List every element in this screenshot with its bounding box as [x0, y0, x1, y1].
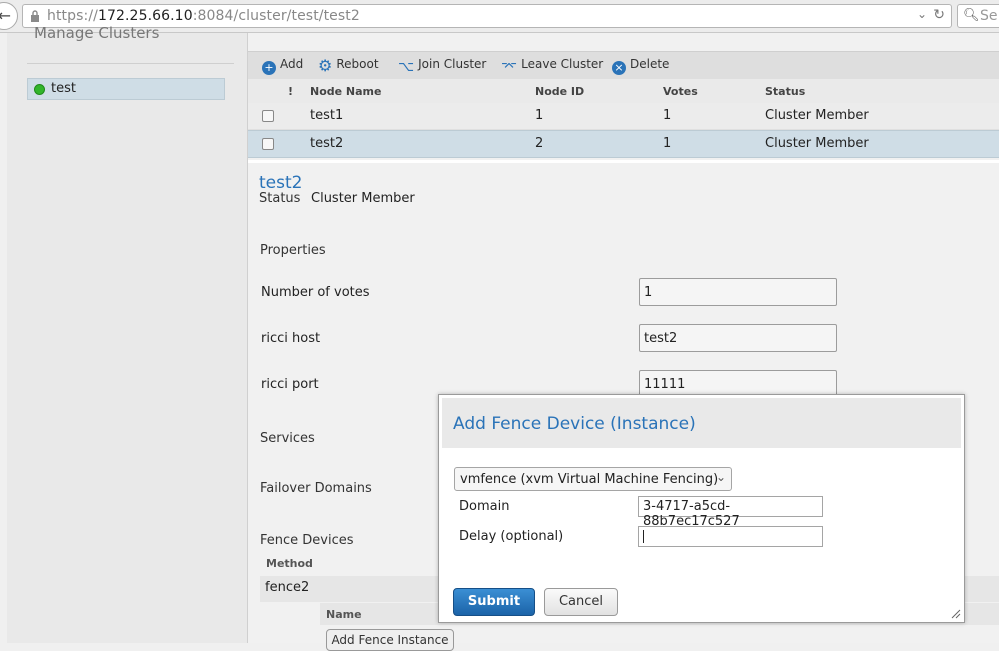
sidebar: Manage Clusters test — [7, 24, 248, 643]
chevron-down-icon: ⌄ — [715, 470, 726, 484]
properties-heading: Properties — [260, 243, 326, 258]
join-label: Join Cluster — [418, 57, 487, 71]
ricci-port-label: ricci port — [261, 377, 319, 392]
divider — [248, 160, 999, 163]
back-arrow-icon: ← — [0, 6, 11, 25]
dialog-title: Add Fence Device (Instance) — [453, 414, 696, 434]
delete-label: Delete — [630, 57, 670, 71]
sidebar-heading: Manage Clusters — [34, 24, 160, 42]
sidebar-item-label: test — [51, 81, 76, 96]
votes-input[interactable]: 1 — [639, 278, 837, 306]
col-votes[interactable]: Votes — [663, 85, 698, 98]
address-bar[interactable]: https://172.25.66.10:8084/cluster/test/t… — [22, 4, 952, 28]
search-placeholder: Se — [980, 8, 998, 24]
services-heading: Services — [260, 431, 315, 446]
submit-button[interactable]: Submit — [453, 588, 535, 616]
divider — [27, 63, 234, 64]
domain-label: Domain — [459, 499, 510, 514]
cell-status: Cluster Member — [765, 108, 869, 123]
col-status[interactable]: Status — [765, 85, 805, 98]
cell-node-name: test1 — [310, 108, 344, 123]
delay-input[interactable] — [638, 526, 823, 547]
votes-label: Number of votes — [261, 285, 370, 300]
cell-votes: 1 — [663, 136, 672, 151]
nodes-table-header: ! Node Name Node ID Votes Status — [248, 79, 999, 104]
method-header: Method — [266, 557, 313, 570]
delete-button[interactable]: × Delete — [612, 57, 669, 75]
ricci-host-input[interactable]: test2 — [639, 324, 837, 352]
cell-node-id: 1 — [535, 108, 544, 123]
cell-node-name: test2 — [310, 136, 344, 151]
delete-icon: × — [612, 61, 626, 75]
cell-votes: 1 — [663, 108, 672, 123]
row-checkbox[interactable] — [262, 138, 274, 150]
lock-icon — [31, 10, 39, 22]
fence-devices-heading: Fence Devices — [260, 533, 354, 548]
reboot-button[interactable]: ⚙ Reboot — [318, 56, 379, 75]
cancel-button[interactable]: Cancel — [544, 588, 618, 616]
table-row[interactable]: test1 1 1 Cluster Member — [248, 103, 999, 130]
node-toolbar: + Add ⚙ Reboot ⌥ Join Cluster ⌤ Leave Cluste… — [248, 51, 999, 79]
add-fence-instance-button[interactable]: Add Fence Instance — [326, 629, 454, 651]
fence-device-selected: vmfence (xvm Virtual Machine Fencing) — [460, 472, 719, 487]
ricci-host-label: ricci host — [261, 331, 321, 346]
domain-input[interactable]: 3-4717-a5cd-88b7ec17c527 — [638, 496, 823, 529]
gear-icon: ⚙ — [318, 56, 333, 75]
back-button[interactable]: ← — [0, 2, 18, 30]
table-row-selected[interactable]: test2 2 1 Cluster Member — [248, 130, 999, 158]
search-input[interactable]: 🔍︎ Se — [957, 4, 999, 28]
fence-device-select[interactable]: vmfence (xvm Virtual Machine Fencing) ⌄ — [454, 467, 732, 491]
row-checkbox[interactable] — [262, 110, 274, 122]
add-label: Add — [280, 57, 304, 71]
leave-label: Leave Cluster — [521, 57, 604, 71]
url-text: https://172.25.66.10:8084/cluster/test/t… — [47, 8, 360, 24]
add-button[interactable]: + Add — [262, 57, 303, 75]
plus-icon: + — [262, 61, 276, 75]
cell-node-id: 2 — [535, 136, 544, 151]
col-flag: ! — [288, 85, 294, 98]
add-fence-device-dialog: Add Fence Device (Instance) vmfence (xvm… — [438, 394, 965, 623]
join-cluster-button[interactable]: ⌥ Join Cluster — [398, 57, 486, 74]
resize-grip-icon[interactable] — [951, 609, 961, 619]
chevron-down-icon[interactable]: ⌄ — [917, 7, 927, 21]
node-status-value: Cluster Member — [311, 191, 415, 206]
unlink-icon: ⌤ — [501, 59, 518, 75]
search-icon: 🔍︎ — [963, 8, 980, 23]
reload-icon[interactable]: ↻ — [933, 7, 945, 23]
failover-domains-heading: Failover Domains — [260, 481, 372, 496]
node-title: test2 — [259, 173, 303, 193]
delay-label: Delay (optional) — [459, 529, 564, 544]
col-node-name[interactable]: Node Name — [310, 85, 381, 98]
link-icon: ⌥ — [398, 59, 415, 75]
col-node-id[interactable]: Node ID — [535, 85, 584, 98]
sidebar-item-cluster[interactable]: test — [27, 78, 225, 100]
leave-cluster-button[interactable]: ⌤ Leave Cluster — [501, 57, 603, 74]
dialog-header: Add Fence Device (Instance) — [442, 398, 961, 448]
reboot-label: Reboot — [336, 57, 379, 71]
node-status-label: Status — [259, 191, 301, 206]
name-header: Name — [326, 608, 362, 621]
cell-status: Cluster Member — [765, 136, 869, 151]
status-dot-icon — [34, 84, 45, 95]
text-cursor — [643, 530, 644, 543]
fence-method-name: fence2 — [265, 580, 310, 595]
